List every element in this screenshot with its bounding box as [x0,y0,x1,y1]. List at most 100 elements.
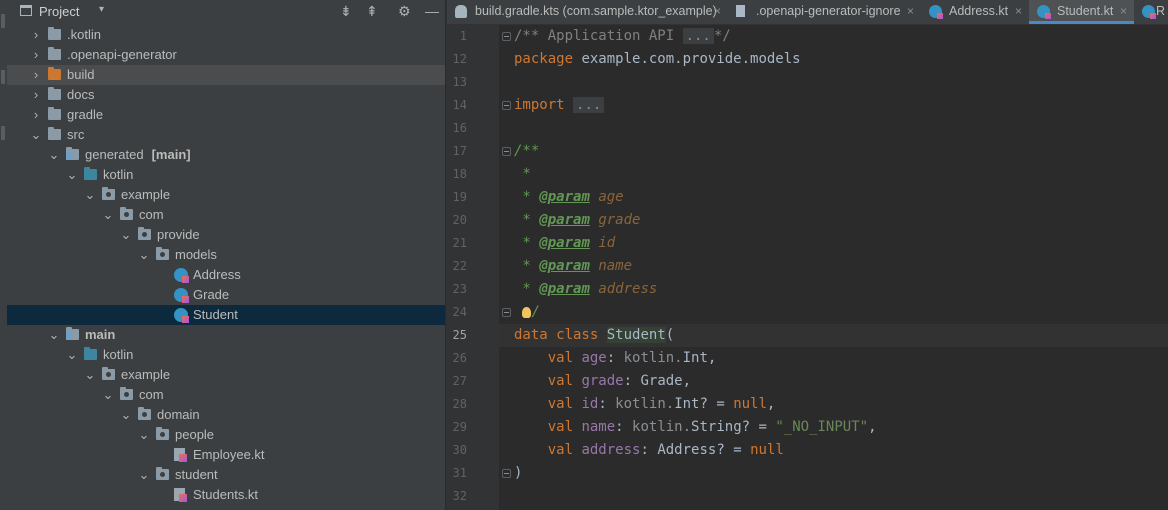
code-line[interactable]: /** [514,140,539,163]
fold-toggle-icon[interactable] [502,101,511,110]
code-line[interactable]: * [514,163,530,186]
kotlin-file-icon [174,448,187,462]
code-line[interactable]: data class Student( [514,324,674,347]
code-line[interactable]: ) [514,462,522,485]
tree-item[interactable]: ⌄ provide [7,225,445,245]
chevron-right-icon[interactable]: › [30,85,42,105]
chevron-right-icon[interactable]: › [30,45,42,65]
chevron-down-icon[interactable]: ⌄ [84,185,96,205]
chevron-down-icon[interactable]: ⌄ [102,385,114,405]
chevron-down-icon[interactable]: ⌄ [66,165,78,185]
code-line[interactable]: val name: kotlin.String? = "_NO_INPUT", [514,416,877,439]
tree-item[interactable]: › gradle [7,105,445,125]
tree-item[interactable]: ⌄ domain [7,405,445,425]
collapse-all-icon[interactable]: ⇞ [366,3,378,19]
editor-tab[interactable]: .openapi-generator-ignore × [728,0,921,24]
chevron-down-icon[interactable]: ⌄ [30,125,42,145]
tree-item-label: kotlin [103,167,134,182]
code-line[interactable]: val grade: Grade, [514,370,691,393]
tree-item[interactable]: ⌄ generated [main] [7,145,445,165]
kotlin-class-icon [174,288,189,303]
code-line[interactable]: * @param age [514,186,623,209]
tree-item[interactable]: › build [7,65,445,85]
tree-item[interactable]: Employee.kt [7,445,445,465]
package-folder-icon [138,227,151,240]
chevron-down-icon[interactable]: ⌄ [48,145,60,165]
tree-item-label: generated [85,147,144,162]
tree-item[interactable]: ⌄ src [7,125,445,145]
expand-all-icon[interactable]: ⇟ [340,3,352,19]
line-number: 22 [452,259,467,273]
chevron-down-icon[interactable]: ▾ [99,4,104,15]
code-line[interactable]: * @param name [514,255,632,278]
close-icon[interactable]: × [907,0,914,23]
tree-item[interactable]: ⌄ student [7,465,445,485]
tree-item[interactable]: ⌄ com [7,205,445,225]
fold-toggle-icon[interactable] [502,469,511,478]
project-view-title[interactable]: Project [39,4,79,19]
tool-strip-marker[interactable] [1,70,5,84]
fold-toggle-icon[interactable] [502,32,511,41]
code-line[interactable]: val address: Address? = null [514,439,784,462]
tool-strip-marker[interactable] [1,14,5,28]
tree-item[interactable]: Grade [7,285,445,305]
folder-icon [48,127,61,140]
chevron-down-icon[interactable]: ⌄ [84,365,96,385]
code-line[interactable]: val age: kotlin.Int, [514,347,717,370]
code-line[interactable]: * @param address [514,278,657,301]
tree-item[interactable]: ⌄ kotlin [7,165,445,185]
code-line[interactable]: * @param id [514,232,615,255]
tool-strip-marker[interactable] [1,126,5,140]
editor-tab[interactable]: Student.kt × [1029,0,1134,24]
tree-item[interactable]: ⌄ kotlin [7,345,445,365]
fold-toggle-icon[interactable] [502,308,511,317]
package-folder-icon [120,387,133,400]
code-line[interactable]: / [514,301,540,324]
module-folder-icon [66,147,79,160]
tree-item[interactable]: ⌄ example [7,365,445,385]
code-line[interactable]: * @param grade [514,209,640,232]
chevron-down-icon[interactable]: ⌄ [48,325,60,345]
tree-item[interactable]: Students.kt [7,485,445,505]
editor-tab[interactable]: R [1134,0,1168,24]
tree-item-label: com [139,387,164,402]
close-icon[interactable]: × [1120,0,1127,23]
chevron-down-icon[interactable]: ⌄ [138,425,150,445]
line-number: 12 [452,52,467,66]
minimize-icon[interactable]: — [425,3,439,19]
tree-item[interactable]: ⌄ people [7,425,445,445]
chevron-down-icon[interactable]: ⌄ [120,225,132,245]
close-icon[interactable]: × [714,0,721,23]
chevron-right-icon[interactable]: › [30,65,42,85]
tree-item[interactable]: › docs [7,85,445,105]
tree-item[interactable]: ⌄ models [7,245,445,265]
package-folder-icon [102,187,115,200]
tree-item[interactable]: Address [7,265,445,285]
chevron-down-icon[interactable]: ⌄ [102,205,114,225]
editor-tab[interactable]: Address.kt × [921,0,1029,24]
line-number: 20 [452,213,467,227]
fold-toggle-icon[interactable] [502,147,511,156]
tree-item[interactable]: ⌄ example [7,185,445,205]
code-line[interactable]: val id: kotlin.Int? = null, [514,393,776,416]
code-line[interactable]: /** Application API ... */ [514,25,731,48]
tree-item[interactable]: ⌄ main [7,325,445,345]
gear-icon[interactable]: ⚙ [398,3,411,19]
tree-item-label: kotlin [103,347,134,362]
tree-item[interactable]: Student [7,305,445,325]
tree-item[interactable]: › .openapi-generator [7,45,445,65]
chevron-right-icon[interactable]: › [30,105,42,125]
close-icon[interactable]: × [1015,0,1022,23]
chevron-down-icon[interactable]: ⌄ [138,245,150,265]
chevron-right-icon[interactable]: › [30,25,42,45]
code-line[interactable]: package example.com.provide.models [514,48,801,71]
code-line[interactable]: import ... [514,94,605,117]
tree-item-label: com [139,207,164,222]
tree-item[interactable]: ⌄ com [7,385,445,405]
chevron-down-icon[interactable]: ⌄ [120,405,132,425]
kotlin-class-icon [174,308,189,323]
editor-tab[interactable]: build.gradle.kts (com.sample.ktor_exampl… [447,0,728,24]
tree-item[interactable]: › .kotlin [7,25,445,45]
chevron-down-icon[interactable]: ⌄ [138,465,150,485]
chevron-down-icon[interactable]: ⌄ [66,345,78,365]
